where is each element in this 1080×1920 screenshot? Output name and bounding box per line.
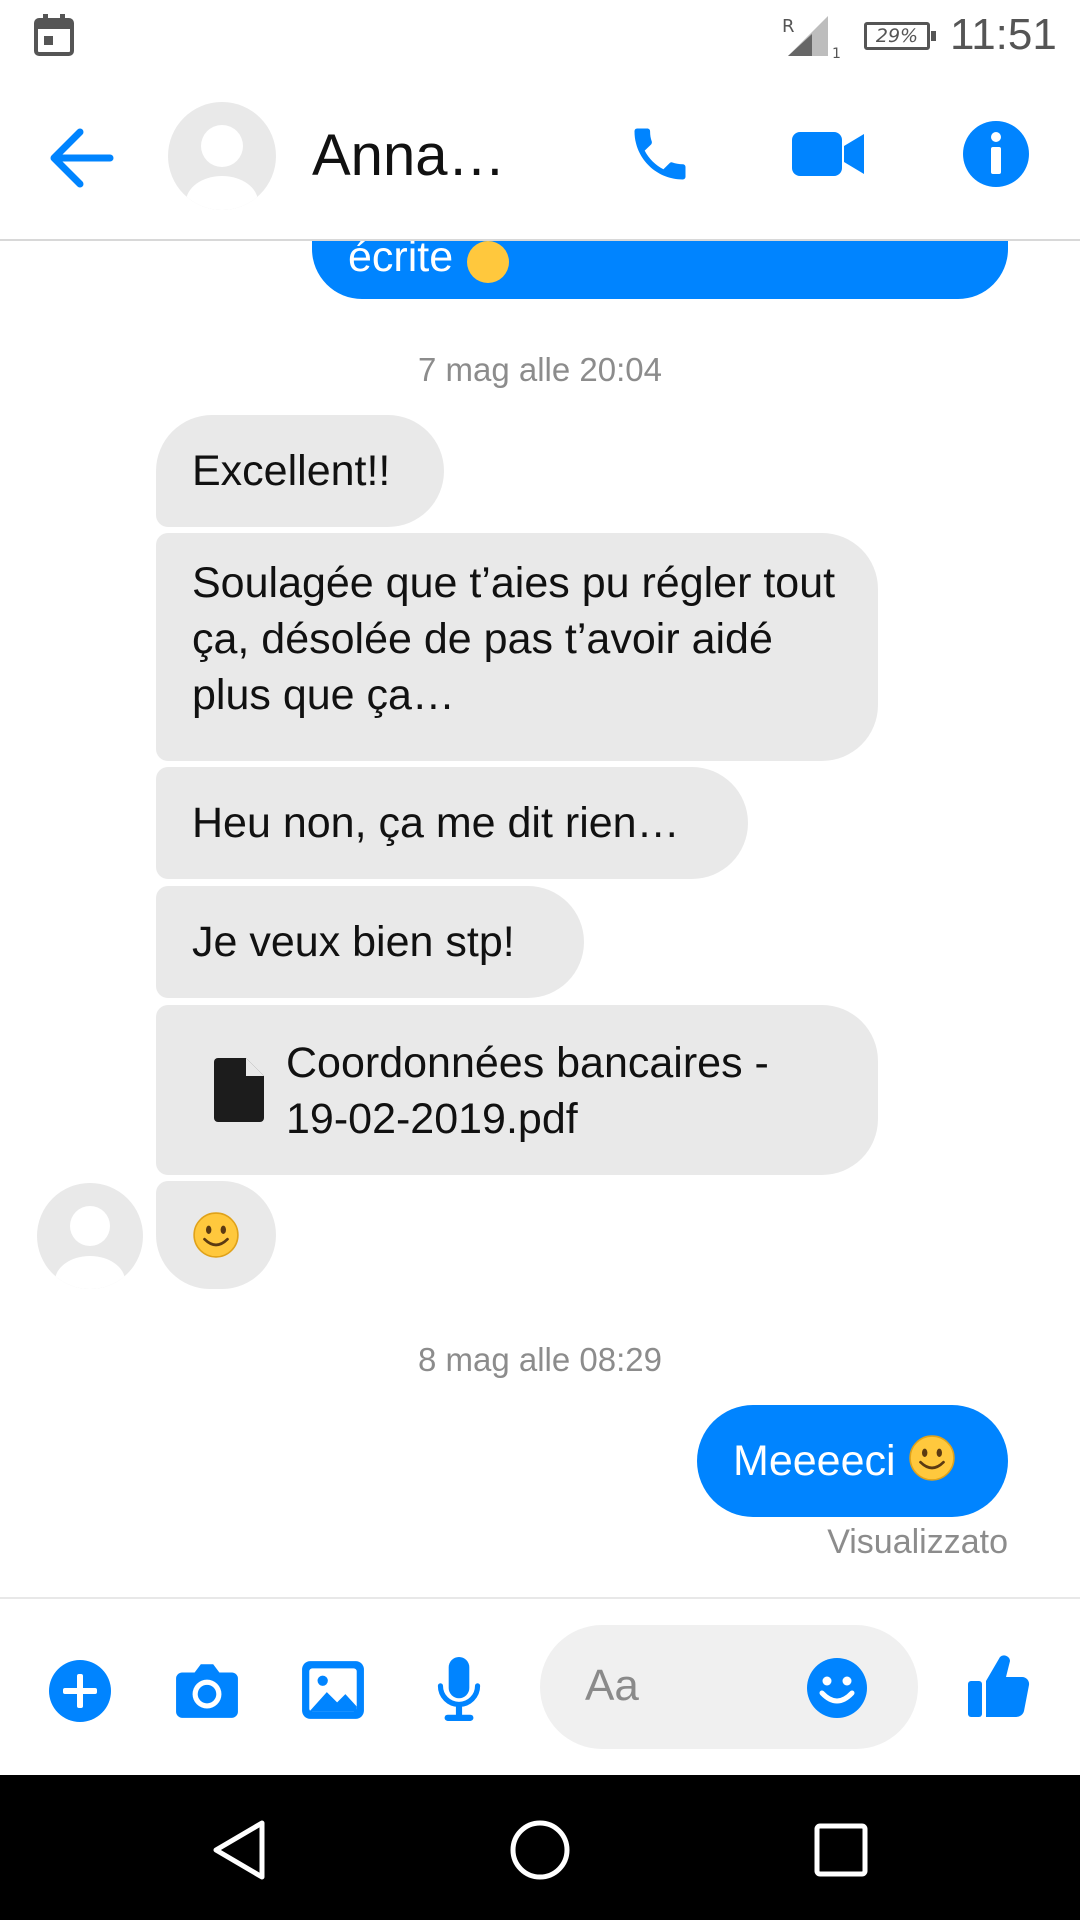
smiley-icon (908, 1435, 955, 1481)
avatar-icon[interactable] (168, 102, 276, 210)
roaming-indicator: R (782, 16, 795, 37)
video-camera-icon[interactable] (790, 128, 866, 180)
outgoing-message[interactable]: Meeeeci (697, 1405, 1008, 1517)
plus-icon[interactable] (48, 1659, 112, 1723)
file-attachment[interactable]: Coordonnées bancaires - 19-02-2019.pdf (156, 1005, 878, 1175)
camera-icon[interactable] (174, 1661, 240, 1721)
clock: 11:51 (950, 10, 1057, 59)
phone-icon[interactable] (626, 120, 694, 188)
timestamp: 8 mag alle 08:29 (417, 1341, 662, 1378)
conversation-header: Anna… (0, 76, 1080, 241)
message-input[interactable]: Aa (540, 1625, 918, 1749)
file-name: Coordonnées bancaires - 19-02-2019.pdf (286, 1039, 769, 1143)
info-icon[interactable] (962, 120, 1030, 188)
incoming-message[interactable]: Heu non, ça me dit rien… (156, 767, 748, 879)
emoji-icon[interactable] (806, 1657, 868, 1719)
gallery-icon[interactable] (300, 1659, 366, 1721)
sender-avatar[interactable] (37, 1183, 143, 1289)
back-arrow-icon[interactable] (46, 126, 116, 190)
nav-recents-icon[interactable] (806, 1815, 876, 1885)
system-nav-bar (0, 1775, 1080, 1920)
timestamp: 7 mag alle 20:04 (417, 351, 662, 388)
incoming-message[interactable]: Excellent!! (156, 415, 444, 527)
nav-back-icon[interactable] (206, 1815, 276, 1885)
message-list[interactable]: écrite 7 mag alle 20:04 Excellent!! Soul… (0, 241, 1080, 1597)
emoji-message[interactable] (156, 1181, 276, 1289)
microphone-icon[interactable] (436, 1657, 482, 1723)
incoming-message[interactable]: Soulagée que t’aies pu régler tout ça, d… (156, 533, 878, 761)
status-bar: R 1 29% 11:51 (0, 0, 1080, 76)
battery-level: 29% (875, 25, 919, 47)
message-input-placeholder: Aa (585, 1661, 639, 1710)
thumbs-up-icon[interactable] (966, 1653, 1030, 1719)
calendar-icon (34, 14, 74, 56)
outgoing-message-partial[interactable]: écrite (312, 241, 1008, 299)
signal-icon: R 1 (782, 16, 841, 60)
contact-name[interactable]: Anna… (312, 122, 505, 189)
smiley-icon (467, 241, 510, 283)
message-composer: Aa (0, 1597, 1080, 1775)
sim-indicator: 1 (832, 46, 841, 60)
file-icon (214, 1058, 264, 1122)
smiley-icon (193, 1212, 239, 1258)
seen-status: Visualizzato (827, 1523, 1008, 1561)
battery-icon: 29% (864, 22, 936, 50)
incoming-message[interactable]: Je veux bien stp! (156, 886, 584, 998)
nav-home-icon[interactable] (505, 1815, 575, 1885)
